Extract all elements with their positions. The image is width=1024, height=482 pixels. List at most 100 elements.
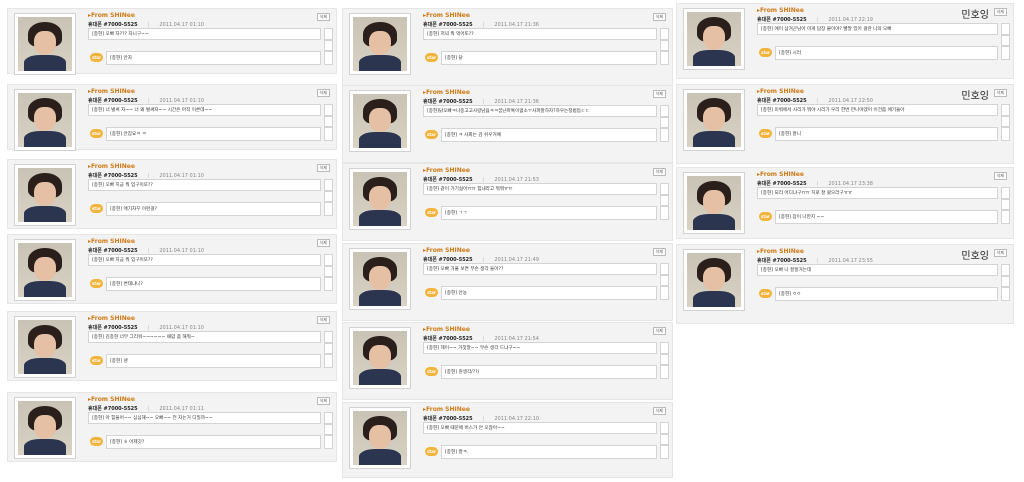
message-text: [종현] 김종현 너무 그리워~~~~~~ 때맘 좀 해줘~ — [88, 331, 321, 343]
delete-button[interactable]: 삭제 — [316, 316, 330, 324]
from-label: From SHINee — [88, 315, 135, 322]
delete-button[interactable]: 삭제 — [316, 164, 330, 172]
side-cell — [324, 202, 333, 216]
side-cell — [324, 266, 333, 277]
delete-button[interactable]: 삭제 — [652, 407, 666, 415]
side-cell — [1001, 23, 1010, 35]
side-cell — [324, 435, 333, 449]
delete-button[interactable]: 삭제 — [993, 172, 1007, 180]
face-image — [18, 243, 72, 297]
side-cell — [324, 277, 333, 291]
delete-button[interactable]: 삭제 — [316, 13, 330, 21]
reply-text: [종현] 안뇽 — [441, 286, 657, 300]
message-card: From SHINee 삭제휴대폰 #7000-5525|2011.04.17 2… — [676, 167, 1014, 239]
reply-text: [종현] 닭 — [441, 51, 657, 65]
star-icon[interactable]: star — [90, 129, 103, 138]
side-cell — [1001, 276, 1010, 287]
profile-photo[interactable] — [349, 168, 411, 230]
side-cell — [660, 422, 669, 434]
face-image — [18, 320, 72, 374]
profile-photo[interactable] — [14, 89, 76, 151]
delete-button[interactable]: 삭제 — [652, 90, 666, 98]
message-card: From SHINee 삭제휴대폰 #7000-5525|2011.04.17 2… — [342, 8, 673, 86]
profile-photo[interactable] — [349, 90, 411, 152]
delete-button[interactable]: 삭제 — [652, 327, 666, 335]
star-icon[interactable]: star — [90, 437, 103, 446]
reply-text: [종현] 시러 — [775, 46, 998, 60]
reply-text: [종현] 넹 — [106, 354, 321, 368]
profile-photo[interactable] — [14, 316, 76, 378]
profile-photo[interactable] — [14, 397, 76, 459]
profile-photo[interactable] — [349, 407, 411, 469]
delete-button[interactable]: 삭제 — [993, 89, 1007, 97]
message-text: [종현] 오빠 지금 뭐 입구이또?? — [88, 254, 321, 266]
star-icon[interactable]: star — [425, 53, 438, 62]
star-icon[interactable]: star — [425, 208, 438, 217]
face-image — [18, 93, 72, 147]
from-label: From SHINee — [757, 171, 804, 178]
side-cell — [324, 104, 333, 116]
message-meta: 휴대폰 #7000-5525 | 2011.04.17 21:54 — [423, 335, 539, 342]
face-image — [18, 401, 72, 455]
face-image — [687, 12, 741, 66]
star-icon[interactable]: star — [90, 204, 103, 213]
delete-button[interactable]: 삭제 — [316, 397, 330, 405]
star-icon[interactable]: star — [90, 53, 103, 62]
face-image — [18, 17, 72, 71]
delete-button[interactable]: 삭제 — [652, 168, 666, 176]
message-meta: 휴대폰 #7000-5525 | 2011.04.17 01:11 — [88, 405, 204, 412]
delete-button[interactable]: 삭제 — [652, 13, 666, 21]
profile-photo[interactable] — [683, 172, 745, 234]
side-cell — [324, 28, 333, 40]
star-icon[interactable]: star — [425, 367, 438, 376]
reply-text: [종현] 잠이 나만지 ~~ — [775, 210, 998, 224]
reply-text: [종현] 뭔생각/??/ — [441, 365, 657, 379]
reply-text: [종현] 변태냐니? — [106, 277, 321, 291]
profile-photo[interactable] — [683, 8, 745, 70]
profile-photo[interactable] — [683, 89, 745, 151]
profile-photo[interactable] — [349, 327, 411, 389]
from-label: From SHINee — [423, 326, 470, 333]
profile-photo[interactable] — [349, 13, 411, 75]
star-icon[interactable]: star — [425, 288, 438, 297]
side-cell — [1001, 199, 1010, 210]
message-text: [종현] 오빠 거울 보면 무슨 생각 들어?? — [423, 263, 657, 275]
profile-photo[interactable] — [14, 239, 76, 301]
side-cell — [324, 40, 333, 51]
message-card: From SHINee 삭제휴대폰 #7000-5525|2011.04.17 2… — [342, 243, 673, 321]
star-icon[interactable]: star — [759, 129, 772, 138]
profile-photo[interactable] — [683, 249, 745, 311]
star-icon[interactable]: star — [90, 356, 103, 365]
star-icon[interactable]: star — [90, 279, 103, 288]
star-icon[interactable]: star — [425, 447, 438, 456]
side-cell — [660, 342, 669, 354]
from-label: From SHINee — [88, 396, 135, 403]
reply-text: [종현] ㅇㅇ — [775, 287, 998, 301]
profile-photo[interactable] — [349, 248, 411, 310]
side-cell — [1001, 104, 1010, 116]
message-card: From SHINee 삭제휴대폰 #7000-5525|2011.04.17 0… — [7, 311, 337, 381]
face-image — [18, 168, 72, 222]
profile-photo[interactable] — [14, 164, 76, 226]
star-icon[interactable]: star — [759, 289, 772, 298]
star-icon[interactable]: star — [425, 130, 438, 139]
message-card: From SHINee 삭제휴대폰 #7000-5525|2011.04.17 0… — [7, 392, 337, 462]
side-cell — [660, 445, 669, 459]
message-text: [종현] 오빠 자??? 자니구~~ — [88, 28, 321, 40]
delete-button[interactable]: 삭제 — [652, 248, 666, 256]
profile-photo[interactable] — [14, 13, 76, 75]
side-cell — [660, 195, 669, 206]
from-label: From SHINee — [423, 89, 470, 96]
star-icon[interactable]: star — [759, 212, 772, 221]
message-meta: 휴대폰 #7000-5525 | 2011.04.17 01:10 — [88, 324, 204, 331]
star-icon[interactable]: star — [759, 48, 772, 57]
from-label: From SHINee — [88, 163, 135, 170]
message-card: From SHINee 삭제휴대폰 #7000-5525|2011.04.17 2… — [342, 402, 673, 478]
handwritten-signature: 민호잉 — [961, 10, 989, 21]
delete-button[interactable]: 삭제 — [316, 239, 330, 247]
delete-button[interactable]: 삭제 — [993, 8, 1007, 16]
delete-button[interactable]: 삭제 — [316, 89, 330, 97]
message-meta: 휴대폰 #7000-5525 | 2011.04.17 23:38 — [757, 180, 873, 187]
from-label: From SHINee — [423, 167, 470, 174]
delete-button[interactable]: 삭제 — [993, 249, 1007, 257]
